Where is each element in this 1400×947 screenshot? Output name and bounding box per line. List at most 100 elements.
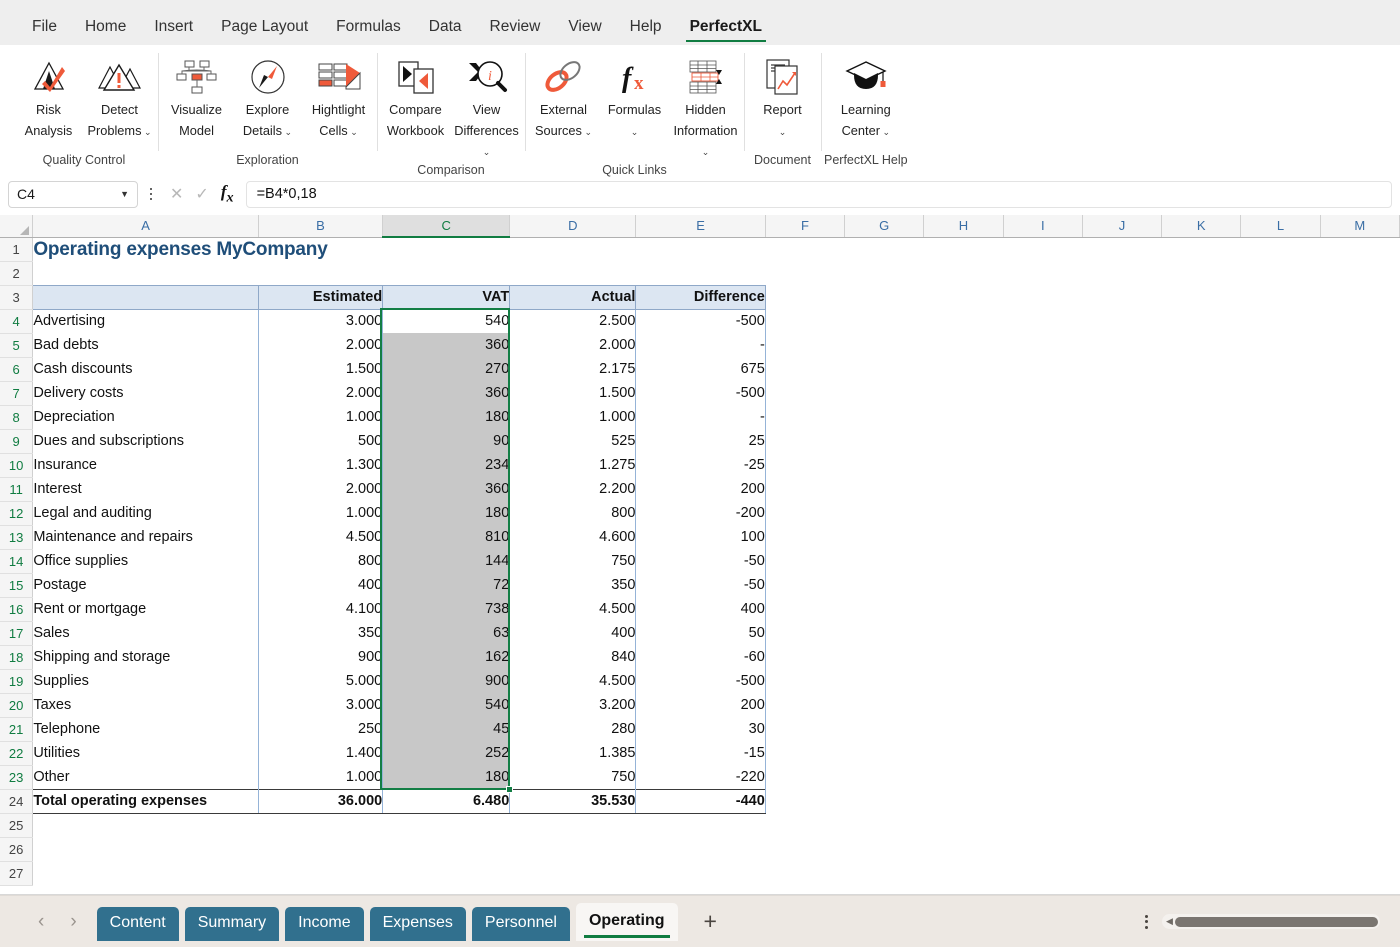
empty-cell[interactable] (1003, 525, 1082, 549)
table-header-a[interactable] (33, 285, 258, 309)
fill-handle[interactable] (506, 786, 513, 793)
empty-cell[interactable] (924, 669, 1003, 693)
empty-cell[interactable] (636, 837, 765, 861)
ribbon-tab-data[interactable]: Data (415, 14, 476, 45)
cell-vat[interactable]: 90 (383, 429, 510, 453)
empty-cell[interactable] (924, 693, 1003, 717)
empty-cell[interactable] (1320, 693, 1399, 717)
empty-cell[interactable] (1162, 645, 1241, 669)
row-header-26[interactable]: 26 (0, 837, 33, 861)
cell-actual[interactable]: 350 (510, 573, 636, 597)
empty-cell[interactable] (1162, 333, 1241, 357)
empty-cell[interactable] (1241, 645, 1320, 669)
empty-cell[interactable] (1162, 861, 1241, 885)
cell-vat[interactable]: 360 (383, 477, 510, 501)
empty-cell[interactable] (924, 813, 1003, 837)
empty-cell[interactable] (1003, 381, 1082, 405)
spreadsheet-grid[interactable]: ABCDEFGHIJKLM1Operating expenses MyCompa… (0, 215, 1400, 886)
empty-cell[interactable] (383, 837, 510, 861)
empty-cell[interactable] (1241, 669, 1320, 693)
empty-cell[interactable] (1082, 837, 1161, 861)
cell-difference[interactable]: 50 (636, 621, 765, 645)
empty-cell[interactable] (1320, 837, 1399, 861)
empty-cell[interactable] (1003, 645, 1082, 669)
chevron-down-icon[interactable]: ▼ (120, 189, 129, 199)
cell-vat[interactable]: 360 (383, 333, 510, 357)
empty-cell[interactable] (765, 429, 844, 453)
cell-name[interactable]: Taxes (33, 693, 258, 717)
empty-cell[interactable] (845, 381, 924, 405)
empty-cell[interactable] (765, 621, 844, 645)
empty-cell[interactable] (1082, 501, 1161, 525)
empty-cell[interactable] (1162, 525, 1241, 549)
ribbon-button-compare-workbook[interactable]: CompareWorkbook (380, 51, 451, 144)
empty-cell[interactable] (924, 597, 1003, 621)
empty-cell[interactable] (1003, 477, 1082, 501)
empty-cell[interactable] (845, 285, 924, 309)
empty-cell[interactable] (1003, 597, 1082, 621)
empty-cell[interactable] (1003, 333, 1082, 357)
empty-cell[interactable] (1320, 333, 1399, 357)
empty-cell[interactable] (1082, 549, 1161, 573)
confirm-icon[interactable]: ✓ (195, 184, 208, 204)
empty-cell[interactable] (1082, 813, 1161, 837)
empty-cell[interactable] (1003, 765, 1082, 789)
empty-cell[interactable] (1003, 837, 1082, 861)
chevron-down-icon[interactable]: ⌄ (880, 127, 890, 137)
empty-cell[interactable] (1082, 261, 1161, 285)
empty-cell[interactable] (1320, 453, 1399, 477)
empty-cell[interactable] (924, 477, 1003, 501)
chevron-down-icon[interactable]: ⌄ (702, 147, 710, 157)
empty-cell[interactable] (1162, 381, 1241, 405)
row-header-14[interactable]: 14 (0, 549, 33, 573)
empty-cell[interactable] (1082, 621, 1161, 645)
empty-cell[interactable] (924, 381, 1003, 405)
empty-cell[interactable] (1162, 765, 1241, 789)
empty-cell[interactable] (765, 645, 844, 669)
cell-estimated[interactable]: 250 (258, 717, 382, 741)
empty-cell[interactable] (1241, 597, 1320, 621)
cell-vat[interactable]: 540 (383, 693, 510, 717)
cell-difference[interactable]: 200 (636, 477, 765, 501)
empty-cell[interactable] (924, 789, 1003, 813)
row-header-8[interactable]: 8 (0, 405, 33, 429)
empty-cell[interactable] (1320, 621, 1399, 645)
empty-cell[interactable] (1241, 837, 1320, 861)
ribbon-tab-insert[interactable]: Insert (140, 14, 207, 45)
cell-difference[interactable]: -200 (636, 501, 765, 525)
empty-cell[interactable] (1003, 861, 1082, 885)
empty-cell[interactable] (845, 357, 924, 381)
cell-actual[interactable]: 3.200 (510, 693, 636, 717)
empty-cell[interactable] (1082, 285, 1161, 309)
empty-cell[interactable] (845, 861, 924, 885)
row-header-27[interactable]: 27 (0, 861, 33, 885)
chevron-down-icon[interactable]: ⌄ (483, 147, 491, 157)
empty-cell[interactable] (845, 765, 924, 789)
empty-cell[interactable] (845, 837, 924, 861)
empty-cell[interactable] (510, 837, 636, 861)
column-header-E[interactable]: E (636, 215, 765, 237)
row-header-22[interactable]: 22 (0, 741, 33, 765)
empty-cell[interactable] (845, 501, 924, 525)
column-header-I[interactable]: I (1003, 215, 1082, 237)
cell-vat[interactable]: 810 (383, 525, 510, 549)
table-header-d[interactable]: Actual (510, 285, 636, 309)
cell-name[interactable]: Other (33, 765, 258, 789)
chevron-down-icon[interactable]: ⌄ (142, 127, 152, 137)
row-header-11[interactable]: 11 (0, 477, 33, 501)
cell-vat[interactable]: 162 (383, 645, 510, 669)
empty-cell[interactable] (1320, 597, 1399, 621)
cell-estimated[interactable]: 350 (258, 621, 382, 645)
empty-cell[interactable] (1162, 573, 1241, 597)
horizontal-scrollbar[interactable]: ◀ (1162, 914, 1380, 929)
empty-cell[interactable] (1162, 477, 1241, 501)
empty-cell[interactable] (1082, 669, 1161, 693)
empty-cell[interactable] (636, 861, 765, 885)
empty-cell[interactable] (845, 237, 924, 261)
ribbon-button-view-differences[interactable]: iViewDifferences ⌄ (451, 51, 522, 163)
table-header-b[interactable]: Estimated (258, 285, 382, 309)
chevron-down-icon[interactable]: ⌄ (582, 127, 592, 137)
empty-cell[interactable] (1241, 717, 1320, 741)
empty-cell[interactable] (765, 405, 844, 429)
cell-vat[interactable]: 234 (383, 453, 510, 477)
